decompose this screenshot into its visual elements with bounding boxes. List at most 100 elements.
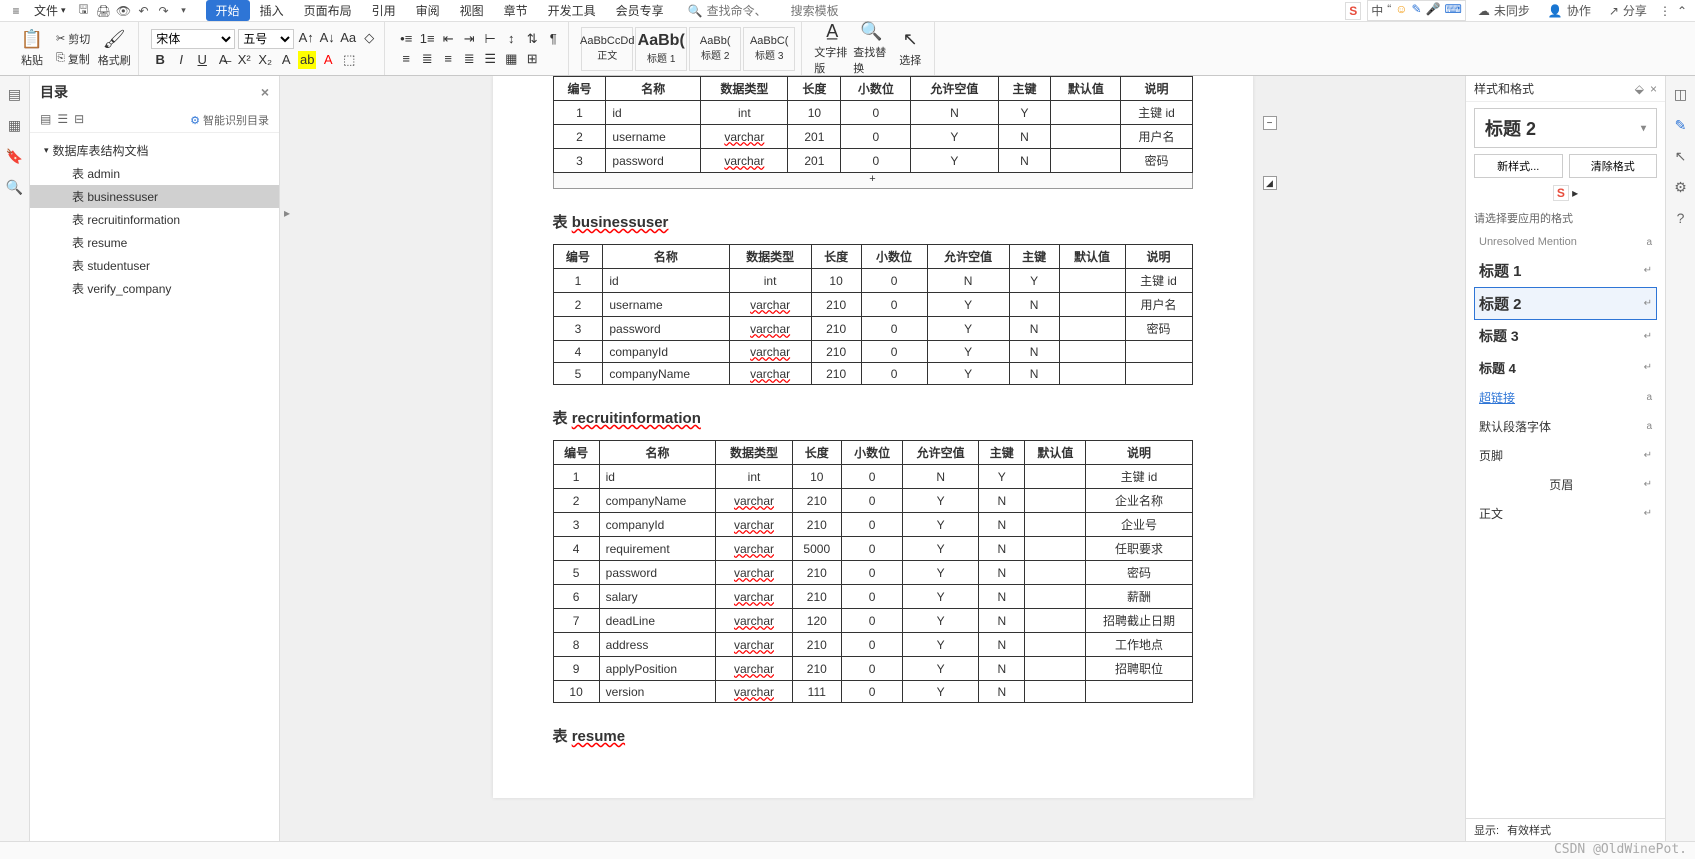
table-row[interactable]: 1idint100NY主键 id <box>553 101 1192 125</box>
table-cell[interactable] <box>1051 125 1121 149</box>
share-button[interactable]: ↗分享 <box>1603 0 1653 21</box>
text-tools-button[interactable]: A̲文字排版 <box>814 25 850 73</box>
change-case-icon[interactable]: Aa <box>339 29 357 47</box>
table-cell[interactable]: 5000 <box>792 537 842 561</box>
command-search[interactable]: 🔍 <box>688 4 871 18</box>
table-row[interactable]: 4requirementvarchar50000YN任职要求 <box>553 537 1192 561</box>
outline-item[interactable]: 表 recruitinformation <box>30 208 279 231</box>
table-row[interactable]: 5companyNamevarchar2100YN <box>553 363 1192 385</box>
table-cell[interactable]: N <box>979 657 1025 681</box>
table-cell[interactable]: 工作地点 <box>1086 633 1192 657</box>
help-icon[interactable]: ? <box>1677 210 1685 226</box>
format-painter-button[interactable]: 🖌格式刷 <box>96 25 132 73</box>
table-cell[interactable]: N <box>1009 317 1059 341</box>
bold-icon[interactable]: B <box>151 51 169 69</box>
table-row[interactable]: 7deadLinevarchar1200YN招聘截止日期 <box>553 609 1192 633</box>
style-gallery-item[interactable]: AaBbC(标题 3 <box>743 27 795 71</box>
table-cell[interactable] <box>1025 561 1086 585</box>
file-menu[interactable]: 文件▾ <box>28 0 72 21</box>
table-cell[interactable] <box>1025 681 1086 703</box>
table-cell[interactable]: 0 <box>842 657 903 681</box>
table-cell[interactable]: 210 <box>792 633 842 657</box>
tab-页面布局[interactable]: 页面布局 <box>294 0 362 21</box>
table-cell[interactable]: 密码 <box>1121 149 1192 173</box>
table-cell[interactable]: address <box>599 633 716 657</box>
style-entry[interactable]: 标题 3↵ <box>1474 320 1657 352</box>
table-cell[interactable]: varchar <box>729 341 811 363</box>
increase-indent-icon[interactable]: ⇥ <box>460 30 478 48</box>
outline-item[interactable]: 表 businessuser <box>30 185 279 208</box>
smart-detect-button[interactable]: ⚙智能识别目录 <box>190 112 269 128</box>
table-cell[interactable]: Y <box>1009 269 1059 293</box>
table-cell[interactable]: Y <box>927 341 1009 363</box>
table-cell[interactable]: 1 <box>553 101 606 125</box>
thumbnails-icon[interactable]: ▦ <box>8 117 21 134</box>
table-row[interactable]: 1idint100NY主键 id <box>553 269 1192 293</box>
table-cell[interactable]: N <box>979 681 1025 703</box>
borders-icon[interactable]: ⊞ <box>523 50 541 68</box>
table-cell[interactable]: Y <box>903 633 979 657</box>
table-cell[interactable]: varchar <box>716 657 792 681</box>
select-pane-icon[interactable]: ↖ <box>1675 148 1687 165</box>
tab-插入[interactable]: 插入 <box>250 0 294 21</box>
table-cell[interactable]: varchar <box>716 585 792 609</box>
outline-item[interactable]: 表 admin <box>30 162 279 185</box>
show-marks-icon[interactable]: ¶ <box>544 30 562 48</box>
style-entry[interactable]: 标题 2↵ <box>1474 287 1657 320</box>
table-cell[interactable]: Y <box>903 513 979 537</box>
table-row[interactable]: 4companyIdvarchar2100YN <box>553 341 1192 363</box>
table-cell[interactable]: varchar <box>701 125 788 149</box>
style-gallery-item[interactable]: AaBb(标题 2 <box>689 27 741 71</box>
table-cell[interactable]: varchar <box>729 293 811 317</box>
sort-icon[interactable]: ⇅ <box>523 30 541 48</box>
table-cell[interactable]: 薪酬 <box>1086 585 1192 609</box>
more-icon[interactable]: ⋮ <box>1659 4 1671 18</box>
table-cell[interactable]: Y <box>903 489 979 513</box>
table-cell[interactable] <box>1025 585 1086 609</box>
table-cell[interactable]: 120 <box>792 609 842 633</box>
table-cell[interactable]: companyId <box>603 341 729 363</box>
table-cell[interactable]: username <box>603 293 729 317</box>
table-cell[interactable]: Y <box>927 363 1009 385</box>
table-cell[interactable]: 210 <box>811 341 861 363</box>
undo-icon[interactable]: ↶ <box>136 3 152 19</box>
table-cell[interactable]: 0 <box>842 609 903 633</box>
table-row[interactable]: 3passwordvarchar2100YN密码 <box>553 317 1192 341</box>
table-cell[interactable]: 0 <box>861 341 927 363</box>
table-cell[interactable]: varchar <box>729 363 811 385</box>
table-cell[interactable]: varchar <box>716 561 792 585</box>
outline-root[interactable]: ▾数据库表结构文档 <box>30 139 279 162</box>
table-cell[interactable]: 210 <box>792 657 842 681</box>
table-cell[interactable]: 2 <box>553 125 606 149</box>
table-cell[interactable]: 0 <box>841 149 911 173</box>
table-cell[interactable]: 0 <box>842 585 903 609</box>
table-cell[interactable]: Y <box>903 537 979 561</box>
table-cell[interactable]: 201 <box>788 125 841 149</box>
table-cell[interactable]: requirement <box>599 537 716 561</box>
table-row[interactable]: 3passwordvarchar2010YN密码 <box>553 149 1192 173</box>
table-cell[interactable]: 企业名称 <box>1086 489 1192 513</box>
table-cell[interactable]: 0 <box>842 489 903 513</box>
table-cell[interactable]: 2 <box>553 489 599 513</box>
table-cell[interactable]: 密码 <box>1125 317 1192 341</box>
table-cell[interactable]: companyId <box>599 513 716 537</box>
table-cell[interactable]: deadLine <box>599 609 716 633</box>
table-cell[interactable]: 主键 id <box>1125 269 1192 293</box>
collaborate-button[interactable]: 👤协作 <box>1542 0 1597 21</box>
table-cell[interactable]: 6 <box>553 585 599 609</box>
font-name-select[interactable]: 宋体 <box>151 29 235 49</box>
table-cell[interactable]: 9 <box>553 657 599 681</box>
style-entry[interactable]: 标题 1↵ <box>1474 254 1657 287</box>
table-cell[interactable]: Y <box>903 561 979 585</box>
table-cell[interactable]: 4 <box>553 341 603 363</box>
style-entry[interactable]: 默认段落字体a <box>1474 412 1657 441</box>
table-cell[interactable] <box>1086 681 1192 703</box>
table-cell[interactable]: 0 <box>861 317 927 341</box>
table-row[interactable]: 6salaryvarchar2100YN薪酬 <box>553 585 1192 609</box>
table-cell[interactable]: int <box>716 465 792 489</box>
table-cell[interactable]: Y <box>903 585 979 609</box>
table-cell[interactable]: int <box>729 269 811 293</box>
table-cell[interactable]: 5 <box>553 363 603 385</box>
table-cell[interactable]: varchar <box>716 537 792 561</box>
table-cell[interactable]: N <box>979 585 1025 609</box>
